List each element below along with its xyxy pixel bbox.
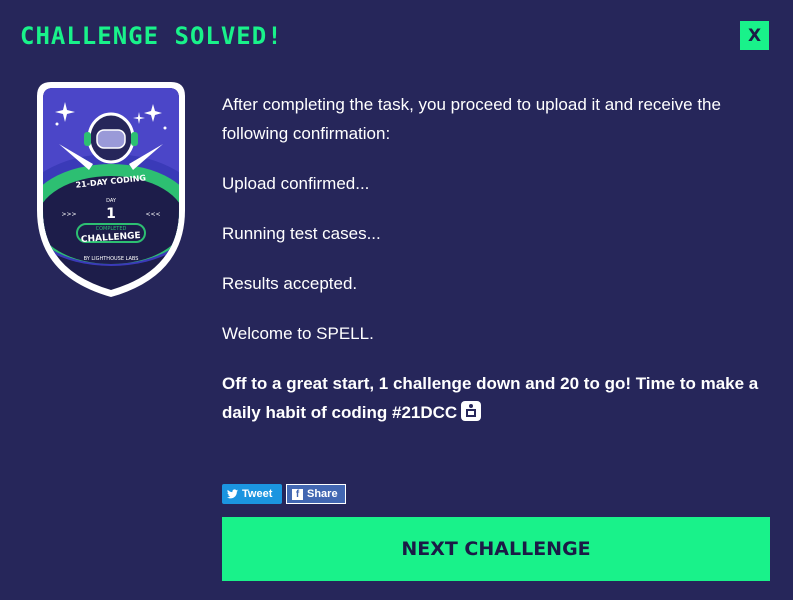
badge-status: COMPLETED	[96, 226, 127, 232]
tweet-label: Tweet	[242, 488, 273, 500]
twitter-bird-icon	[227, 489, 238, 499]
closing-message: Off to a great start, 1 challenge down a…	[222, 369, 762, 427]
tweet-button[interactable]: Tweet	[222, 484, 282, 504]
message-paragraph: Welcome to SPELL.	[222, 324, 374, 343]
message-paragraph: Upload confirmed...	[222, 174, 370, 193]
closing-text: Off to a great start, 1 challenge down a…	[222, 374, 759, 422]
message-paragraph: Running test cases...	[222, 224, 381, 243]
badge-day-label: DAY	[106, 198, 117, 204]
page-title: CHALLENGE SOLVED!	[20, 22, 283, 50]
facebook-icon: f	[292, 488, 303, 500]
badge-left-arrows: >>>	[61, 211, 76, 218]
challenge-badge: 21-DAY CODING DAY 1 >>> <<< COMPLETED CH…	[37, 82, 185, 297]
badge-right-arrows: <<<	[145, 211, 160, 218]
badge-byline: BY LIGHTHOUSE LABS	[84, 256, 139, 262]
message-paragraph: After completing the task, you proceed t…	[222, 95, 721, 143]
badge-day-number: 1	[106, 206, 116, 222]
next-challenge-button[interactable]: NEXT CHALLENGE	[222, 517, 770, 581]
message-body: After completing the task, you proceed t…	[222, 90, 762, 448]
facebook-share-label: Share	[307, 488, 338, 500]
facebook-share-button[interactable]: f Share	[286, 484, 346, 504]
share-buttons: Tweet f Share	[222, 484, 346, 504]
close-button[interactable]: X	[740, 21, 769, 50]
gift-box-icon	[461, 401, 482, 421]
message-paragraph: Results accepted.	[222, 274, 358, 293]
